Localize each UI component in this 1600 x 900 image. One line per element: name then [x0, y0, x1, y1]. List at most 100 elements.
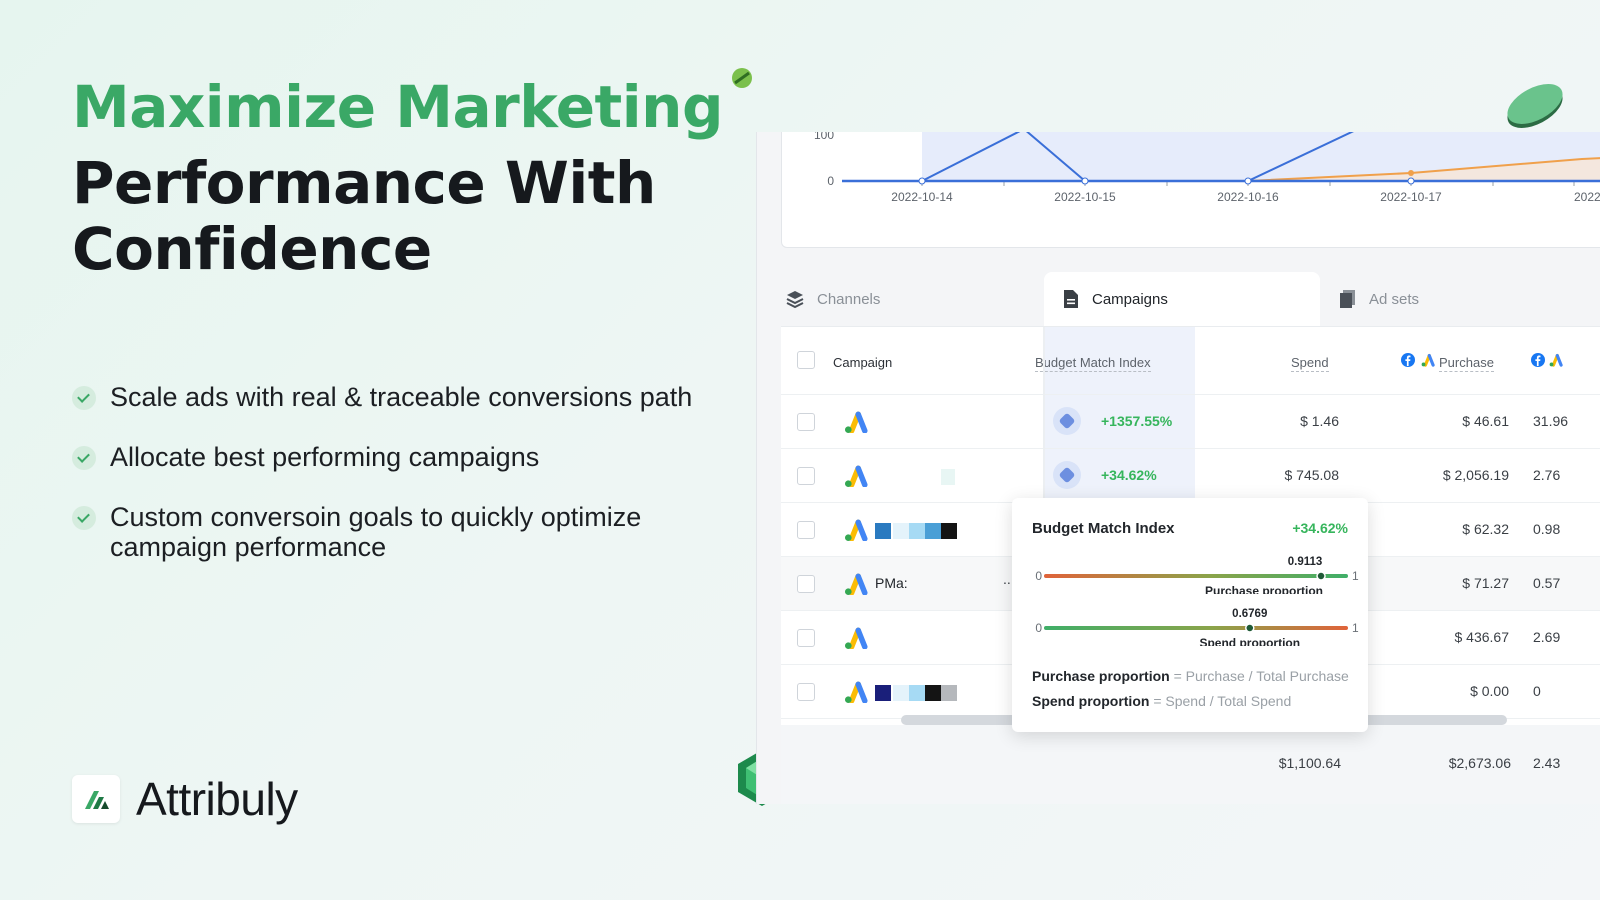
tab-label: Ad sets — [1369, 290, 1420, 308]
column-header-bmi[interactable]: Budget Match Index — [1035, 355, 1151, 372]
facebook-icon — [1531, 353, 1545, 372]
table-row[interactable]: +34.62% $ 745.08 $ 2,056.19 2.76 — [781, 449, 1600, 503]
bmi-value: +1357.55% — [1101, 413, 1173, 429]
roas-value: 0.57 — [1533, 575, 1561, 591]
roas-value: 0 — [1533, 683, 1541, 699]
roas-value: 0.98 — [1533, 521, 1561, 537]
bmi-badge-icon[interactable] — [1053, 407, 1081, 435]
scale-min: 0 — [1035, 621, 1042, 635]
trend-chart: 100 0 2022-10-14 2022-10-15 2022-10-16 2… — [781, 132, 1600, 248]
row-checkbox[interactable] — [797, 521, 815, 539]
check-icon — [72, 386, 96, 410]
scale-max: 1 — [1352, 569, 1359, 583]
campaign-name[interactable]: PMa: — [875, 575, 908, 591]
tooltip-value: +34.62% — [1292, 520, 1348, 536]
bmi-value: +34.62% — [1101, 467, 1157, 483]
table-header: Campaign Budget Match Index Spend Purcha… — [781, 327, 1600, 395]
hero-title-accent: Maximize Marketing — [72, 73, 723, 141]
roas-value: 31.96 — [1533, 413, 1569, 429]
disc-gem-icon — [1507, 84, 1563, 128]
hero-heading: Maximize Marketing Performance With Conf… — [72, 72, 732, 282]
tab-label: Campaigns — [1092, 290, 1168, 308]
x-tick-label: 2022-10-16 — [1217, 190, 1279, 204]
purchase-value: $ 71.27 — [1462, 575, 1509, 591]
formula-purchase: Purchase proportion = Purchase / Total P… — [1032, 668, 1349, 684]
purchase-value: $ 436.67 — [1454, 629, 1510, 645]
feature-text: Scale ads with real & traceable conversi… — [110, 382, 693, 412]
check-icon — [72, 506, 96, 530]
feature-item: Custom conversoin goals to quickly optim… — [72, 502, 732, 562]
tab-bar: Channels Campaigns Ad sets — [781, 272, 1600, 326]
purchase-value: $ 46.61 — [1462, 413, 1509, 429]
brand-name: Attribuly — [136, 773, 298, 825]
feature-item: Scale ads with real & traceable conversi… — [72, 382, 732, 412]
formula-spend: Spend proportion = Spend / Total Spend — [1032, 693, 1291, 709]
tab-channels[interactable]: Channels — [781, 272, 1041, 326]
google-ads-icon — [845, 519, 868, 541]
feature-item: Allocate best performing campaigns — [72, 442, 732, 472]
column-header-spend[interactable]: Spend — [1291, 355, 1329, 372]
bmi-tooltip: Budget Match Index +34.62% 0 1 0.9113 Pu… — [1012, 498, 1368, 732]
roas-value: 2.76 — [1533, 467, 1561, 483]
google-ads-icon — [1549, 353, 1563, 372]
purchase-proportion-value: 0.9113 — [1288, 556, 1323, 568]
spend-marker — [1245, 623, 1255, 633]
tab-ad-sets[interactable]: Ad sets — [1337, 272, 1600, 326]
row-checkbox[interactable] — [797, 413, 815, 431]
total-purchase: $2,673.06 — [1448, 755, 1511, 771]
pages-icon — [1340, 290, 1355, 308]
feature-list: Scale ads with real & traceable conversi… — [72, 382, 732, 592]
x-tick-label: 2022-10-17 — [1380, 190, 1442, 204]
google-ads-icon — [845, 411, 868, 433]
formula-term: Spend proportion — [1032, 693, 1150, 709]
row-checkbox[interactable] — [797, 467, 815, 485]
layers-icon — [786, 291, 804, 309]
purchase-proportion-bar: 0 1 0.9113 Purchase proportion — [1035, 556, 1359, 594]
x-tick-label: 2022-10-14 — [891, 190, 953, 204]
column-header-campaign[interactable]: Campaign — [833, 355, 892, 370]
spend-value: $ 1.46 — [1300, 413, 1339, 429]
small-gem-icon — [732, 68, 752, 88]
google-ads-icon — [845, 465, 868, 487]
select-all-checkbox[interactable] — [797, 351, 815, 369]
total-roas: 2.43 — [1533, 755, 1561, 771]
hero-title-main: Performance With Confidence — [72, 149, 656, 283]
tab-campaigns[interactable]: Campaigns — [1044, 272, 1320, 326]
row-checkbox[interactable] — [797, 575, 815, 593]
table-row[interactable]: +1357.55% $ 1.46 $ 46.61 31.96 — [781, 395, 1600, 449]
purchase-value: $ 2,056.19 — [1442, 467, 1509, 483]
purchase-value: $ 62.32 — [1462, 521, 1509, 537]
y-tick-label: 100 — [814, 132, 834, 142]
google-ads-icon — [845, 681, 868, 703]
formula-definition: = Purchase / Total Purchase — [1173, 668, 1349, 684]
attribuly-logo-icon — [72, 775, 120, 823]
brand: Attribuly — [72, 772, 298, 826]
purchase-value: $ 0.00 — [1470, 683, 1509, 699]
campaign-name-redacted — [941, 469, 955, 485]
feature-text: Custom conversoin goals to quickly optim… — [110, 502, 642, 562]
tooltip-title: Budget Match Index — [1032, 520, 1175, 537]
x-tick-label: 2022-10-15 — [1054, 190, 1116, 204]
tab-label: Channels — [817, 290, 881, 308]
roas-value: 2.69 — [1533, 629, 1561, 645]
google-ads-icon — [845, 573, 868, 595]
totals-row: $1,100.64 $2,673.06 2.43 — [781, 725, 1600, 804]
spend-proportion-bar: 0 1 0.6769 Spend proportion — [1035, 608, 1359, 646]
scale-min: 0 — [1035, 569, 1042, 583]
spend-proportion-value: 0.6769 — [1232, 608, 1267, 620]
y-tick-label: 0 — [827, 174, 834, 188]
purchase-proportion-label: Purchase proportion — [1205, 584, 1323, 594]
check-icon — [72, 446, 96, 470]
scale-max: 1 — [1352, 621, 1359, 635]
spend-value: $ 745.08 — [1284, 467, 1340, 483]
bmi-badge-icon[interactable] — [1053, 461, 1081, 489]
row-checkbox[interactable] — [797, 629, 815, 647]
row-checkbox[interactable] — [797, 683, 815, 701]
trend-chart-plot: 100 0 2022-10-14 2022-10-15 2022-10-16 2… — [814, 132, 1600, 204]
spend-proportion-label: Spend proportion — [1199, 636, 1300, 646]
total-spend: $1,100.64 — [1278, 755, 1341, 771]
google-ads-icon — [1421, 353, 1435, 372]
facebook-icon — [1401, 353, 1415, 372]
formula-definition: = Spend / Total Spend — [1153, 693, 1292, 709]
column-header-purchase[interactable]: Purchase — [1439, 355, 1494, 372]
